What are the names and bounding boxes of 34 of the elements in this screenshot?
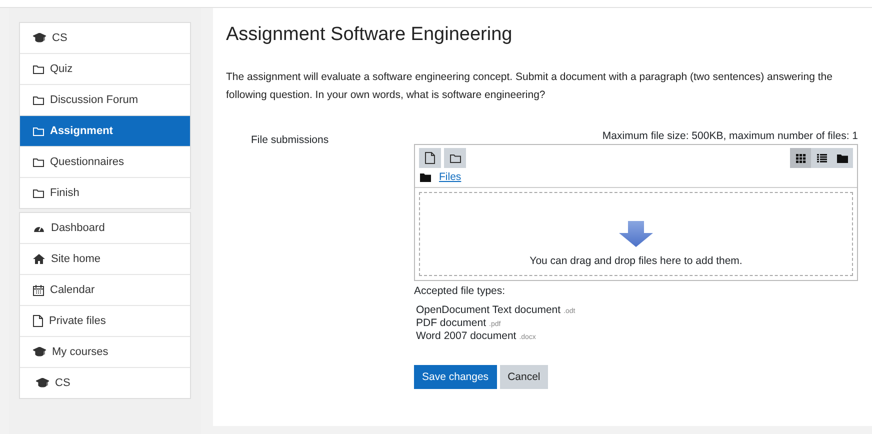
folder-icon [33,158,44,166]
folder-view-icon [837,154,848,162]
graduation-cap-icon [33,33,46,43]
down-arrow-icon [619,221,653,247]
graduation-cap-icon [36,378,49,388]
file-icon [33,315,43,327]
save-button[interactable]: Save changes [414,365,497,389]
upload-limits: Maximum file size: 500KB, maximum number of files: 1 [601,130,858,142]
files-path-link[interactable]: Files [439,171,462,183]
cancel-button[interactable]: Cancel [500,365,548,389]
graduation-cap-icon [33,347,46,357]
field-label: File submissions [250,133,330,148]
view-button[interactable] [832,148,853,168]
grid-view-icon [796,154,806,162]
assignment-description: The assignment will evaluate a software engineering concept. Submit a document with a paragraph (two sentences) answering the following question. In your own words, what is software engineering? [226,70,834,103]
calendar-icon [33,284,44,296]
folder-icon [33,96,44,104]
drop-zone[interactable]: You can drag and drop files here to add them. [419,192,853,276]
accepted-types-title: Accepted file types: [414,285,506,297]
home-icon [33,254,45,264]
view-button[interactable] [790,148,811,168]
file-icon [425,152,435,164]
drop-hint: You can drag and drop files here to add them. [530,255,742,267]
folder-icon [33,188,44,198]
toolbar-button[interactable] [419,148,441,168]
folder-icon [33,126,44,136]
toolbar-button[interactable] [444,148,466,168]
list-view-icon [816,154,826,162]
folder-view-icon [420,172,431,182]
folder-icon [33,64,44,74]
folder-icon [450,154,460,162]
nav-item[interactable]: Assignment [20,115,190,146]
page-title: Assignment Software Engineering [226,24,514,46]
view-button[interactable] [811,148,832,168]
